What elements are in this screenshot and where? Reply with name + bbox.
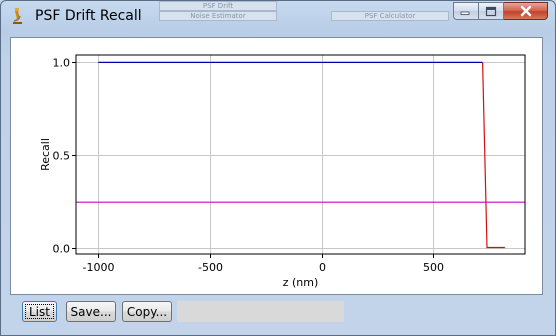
y-axis: 0.0 0.5 1.0: [53, 57, 76, 256]
y-tick-label: 0.0: [53, 243, 71, 256]
window-title: PSF Drift Recall: [35, 8, 142, 24]
y-tick-label: 0.5: [53, 150, 71, 163]
maximize-icon: [485, 6, 497, 16]
close-icon: [520, 5, 531, 17]
recall-chart: -1000 -500 0 500 0.0 0.5 1.0 z (nm) Recall: [39, 54, 526, 289]
plot-area: [75, 54, 526, 255]
chart-grid: [76, 55, 525, 254]
plot-panel: -1000 -500 0 500 0.0 0.5 1.0 z (nm) Recall: [10, 37, 543, 295]
x-tick-label: -500: [198, 261, 223, 274]
close-button[interactable]: [504, 2, 548, 20]
x-tick-label: 500: [423, 261, 444, 274]
status-field: [177, 301, 344, 322]
save-button[interactable]: Save...: [66, 301, 116, 322]
series-line-2: [482, 62, 505, 249]
psf-drift-recall-window: PSF Drift Noise Estimator PSF Calculator…: [0, 0, 556, 336]
chart-series: [76, 61, 525, 249]
microscope-icon: [13, 8, 22, 24]
x-tick-label: 0: [319, 261, 326, 274]
title-bar[interactable]: PSF Drift Recall: [1, 1, 555, 32]
caption-buttons: [453, 2, 548, 21]
x-tick-label: -1000: [83, 261, 115, 274]
copy-button[interactable]: Copy...: [122, 301, 172, 322]
minimize-icon: [460, 11, 470, 15]
y-axis-label: Recall: [39, 138, 52, 171]
x-axis-label: z (nm): [283, 276, 319, 289]
list-button[interactable]: List: [22, 301, 57, 322]
x-axis: -1000 -500 0 500: [83, 254, 444, 274]
y-tick-label: 1.0: [53, 57, 71, 70]
maximize-button[interactable]: [479, 2, 504, 20]
minimize-button[interactable]: [453, 2, 479, 20]
